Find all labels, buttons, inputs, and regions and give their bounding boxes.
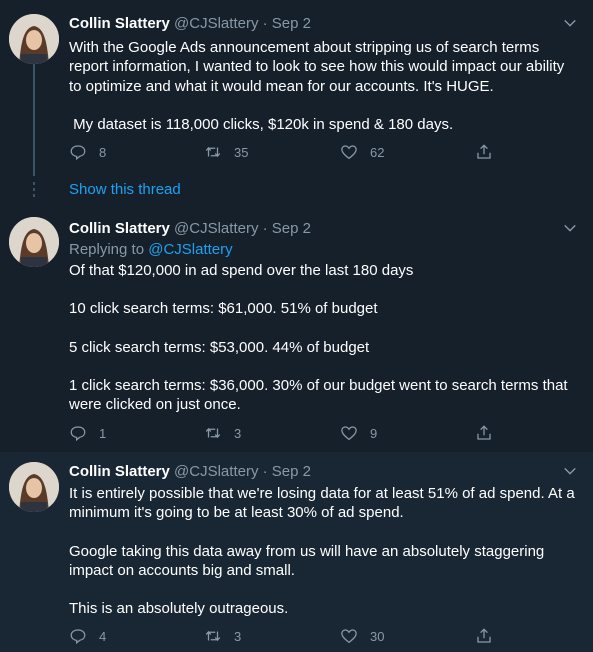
share-button[interactable]	[475, 626, 493, 646]
thread-connector	[33, 64, 35, 176]
like-button[interactable]: 9	[340, 423, 377, 443]
tweet[interactable]: Collin Slattery @CJSlattery · Sep 2 It i…	[0, 452, 593, 652]
tweet-paragraph: Of that $120,000 in ad spend over the la…	[69, 262, 414, 279]
tweet-actions: 4 3 30	[69, 626, 509, 646]
retweet-icon	[205, 630, 221, 642]
author-name[interactable]: Collin Slattery	[69, 15, 170, 32]
chevron-down-icon[interactable]	[561, 14, 579, 32]
like-icon	[341, 629, 357, 644]
share-icon	[477, 144, 491, 159]
reply-icon	[70, 629, 86, 645]
separator: ·	[262, 463, 268, 480]
avatar[interactable]	[9, 217, 59, 267]
retweet-button[interactable]: 3	[204, 423, 241, 443]
tweet-date[interactable]: Sep 2	[272, 463, 311, 480]
retweet-button[interactable]: 35	[204, 142, 248, 162]
like-icon	[341, 426, 357, 441]
separator: ·	[262, 220, 268, 237]
reply-button[interactable]: 1	[69, 423, 106, 443]
author-handle[interactable]: @CJSlattery	[174, 220, 258, 237]
chevron-down-icon[interactable]	[561, 462, 579, 480]
tweet-text: It is entirely possible that we're losin…	[69, 484, 579, 618]
tweet-paragraph: With the Google Ads announcement about s…	[69, 39, 565, 95]
like-button[interactable]: 62	[340, 142, 384, 162]
author-handle[interactable]: @CJSlattery	[174, 463, 258, 480]
tweet-paragraph: Google taking this data away from us wil…	[69, 542, 545, 579]
like-count: 30	[370, 628, 385, 644]
retweet-icon	[205, 427, 221, 439]
share-button[interactable]	[475, 142, 493, 162]
reply-count: 8	[99, 144, 107, 160]
like-count: 62	[370, 144, 385, 160]
author-handle[interactable]: @CJSlattery	[174, 15, 258, 32]
tweet-header: Collin Slattery @CJSlattery · Sep 2	[69, 219, 579, 239]
tweet-paragraph: 5 click search terms: $53,000. 44% of bu…	[69, 338, 370, 356]
tweet-paragraph: My dataset is 118,000 clicks, $120k in s…	[69, 115, 454, 133]
tweet-paragraph: It is entirely possible that we're losin…	[69, 485, 575, 522]
retweet-count: 35	[234, 144, 249, 160]
replying-to: Replying to @CJSlattery	[69, 240, 579, 260]
share-button[interactable]	[475, 423, 493, 443]
separator: ·	[262, 15, 268, 32]
tweet-actions: 8 35 62	[69, 142, 509, 162]
avatar[interactable]	[9, 14, 59, 64]
tweet-text: Of that $120,000 in ad spend over the la…	[69, 261, 579, 414]
retweet-count: 3	[234, 425, 242, 441]
show-thread-link[interactable]: Show this thread	[69, 180, 181, 200]
tweet-header: Collin Slattery @CJSlattery · Sep 2	[69, 14, 579, 34]
reply-button[interactable]: 4	[69, 626, 106, 646]
avatar[interactable]	[9, 462, 59, 512]
retweet-icon	[205, 146, 221, 158]
reply-icon	[70, 426, 86, 442]
tweet-paragraph: This is an absolutely outrageous.	[69, 600, 289, 618]
share-icon	[477, 628, 491, 643]
tweet-actions: 1 3 9	[69, 423, 509, 443]
author-name[interactable]: Collin Slattery	[69, 463, 170, 480]
like-count: 9	[370, 425, 378, 441]
tweet-text: With the Google Ads announcement about s…	[69, 38, 579, 134]
tweet[interactable]: Collin Slattery @CJSlattery · Sep 2 Repl…	[0, 204, 593, 453]
tweet-paragraph: 1 click search terms: $36,000. 30% of ou…	[69, 376, 568, 414]
replying-to-label: Replying to	[69, 241, 149, 258]
reply-count: 1	[99, 425, 107, 441]
share-icon	[477, 425, 491, 440]
thread-dots	[32, 182, 36, 200]
replying-to-handle[interactable]: @CJSlattery	[148, 241, 232, 258]
chevron-down-icon[interactable]	[561, 219, 579, 237]
like-icon	[341, 145, 357, 160]
reply-button[interactable]: 8	[69, 142, 106, 162]
tweet-paragraph: 10 click search terms: $61,000. 51% of b…	[69, 300, 378, 318]
like-button[interactable]: 30	[340, 626, 384, 646]
tweet-date[interactable]: Sep 2	[272, 15, 311, 32]
tweet-header: Collin Slattery @CJSlattery · Sep 2	[69, 462, 579, 482]
show-thread-row[interactable]: Show this thread	[0, 176, 593, 204]
retweet-button[interactable]: 3	[204, 626, 241, 646]
tweet[interactable]: Collin Slattery @CJSlattery · Sep 2 With…	[0, 0, 593, 176]
author-name[interactable]: Collin Slattery	[69, 220, 170, 237]
reply-count: 4	[99, 628, 107, 644]
retweet-count: 3	[234, 628, 242, 644]
reply-icon	[70, 145, 86, 161]
tweet-date[interactable]: Sep 2	[272, 220, 311, 237]
